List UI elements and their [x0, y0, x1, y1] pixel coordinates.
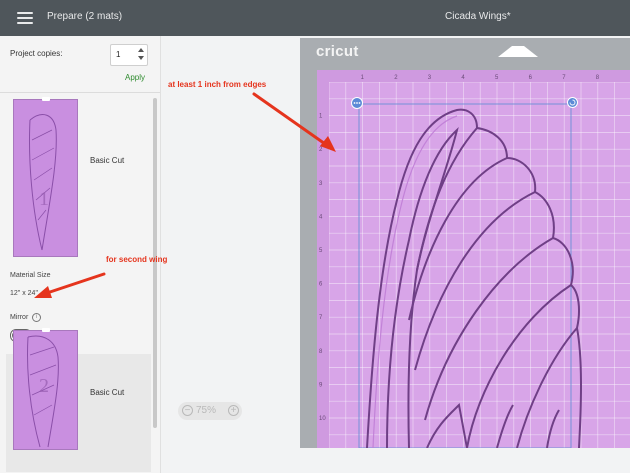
divider: [0, 92, 160, 93]
top-bar: Prepare (2 mats) Cicada Wings*: [0, 0, 630, 36]
zoom-in-button[interactable]: +: [228, 405, 239, 416]
rotate-icon[interactable]: [567, 97, 578, 108]
cicada-wing-shape: [366, 108, 582, 449]
annotation-arrow-edges: [252, 92, 336, 152]
mat-1-cut-type: Basic Cut: [90, 156, 125, 165]
copies-increment-icon[interactable]: [138, 48, 144, 52]
annotation-second-wing: for second wing: [106, 255, 168, 264]
mat-2-thumbnail[interactable]: 2: [13, 328, 78, 450]
mat-1-number: 1: [39, 188, 49, 210]
mirror-label: Mirror: [10, 314, 29, 321]
mat-load-notch-icon: [498, 46, 538, 57]
ruler-left-label: 10: [319, 416, 326, 422]
hamburger-menu-icon[interactable]: [17, 12, 33, 24]
annotation-arrow-second-wing: [34, 272, 106, 298]
project-copies-value: 1: [116, 50, 121, 59]
mat-grid-svg: 12345678 1234567891011: [317, 70, 630, 456]
apply-button[interactable]: Apply: [125, 73, 145, 82]
project-copies-label: Project copies:: [10, 49, 63, 58]
app-window: Prepare (2 mats) Cicada Wings* cricut 12…: [0, 0, 630, 473]
mat-2-number: 2: [39, 375, 49, 397]
project-copies-input[interactable]: 1: [110, 44, 148, 66]
mat-grid[interactable]: 12345678 1234567891011: [317, 70, 630, 456]
zoom-value: 75%: [196, 405, 217, 416]
selection-box: [358, 103, 572, 449]
annotation-edges: at least 1 inch from edges: [168, 80, 267, 89]
info-icon[interactable]: i: [32, 313, 41, 322]
document-title: Cicada Wings*: [445, 11, 511, 22]
mat-1-thumbnail[interactable]: 1: [13, 97, 78, 257]
mat-2-cut-type: Basic Cut: [90, 388, 125, 397]
bottom-strip: [161, 448, 630, 473]
cricut-logo: cricut: [316, 43, 359, 60]
zoom-control: − 75% +: [178, 402, 242, 420]
zoom-out-button[interactable]: −: [182, 405, 193, 416]
wing-preview-icon: [29, 114, 57, 251]
prepare-title: Prepare (2 mats): [47, 11, 123, 22]
more-dots-icon[interactable]: [351, 97, 363, 109]
copies-decrement-icon[interactable]: [138, 56, 144, 60]
